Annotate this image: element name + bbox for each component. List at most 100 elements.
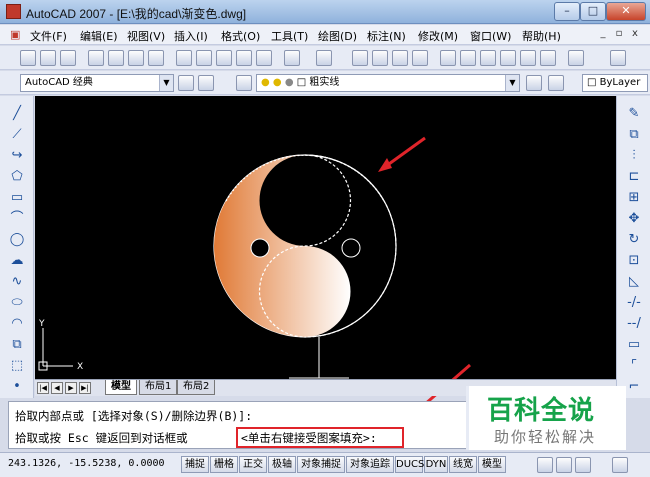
help-icon[interactable] — [568, 50, 584, 66]
menu-modify[interactable]: 修改(M) — [418, 28, 458, 44]
arc-icon[interactable]: ⌒ — [9, 211, 25, 227]
ducs-button[interactable]: DUCS — [395, 456, 424, 473]
match-properties-icon[interactable] — [236, 50, 252, 66]
communication-center-icon[interactable] — [537, 457, 553, 473]
revision-cloud-icon[interactable]: ☁ — [9, 253, 25, 269]
menu-file[interactable]: 文件(F) — [30, 28, 67, 44]
insert-block-icon[interactable]: ⧉ — [9, 337, 25, 353]
ortho-button[interactable]: 正交 — [239, 456, 267, 473]
last-tab-button[interactable]: ▶| — [79, 382, 91, 394]
polygon-icon[interactable]: ⬠ — [9, 169, 25, 185]
maximize-button[interactable]: □ — [580, 2, 606, 21]
mdi-close-button[interactable]: x — [628, 28, 642, 42]
text-style-icon[interactable] — [610, 50, 626, 66]
save-icon[interactable] — [60, 50, 76, 66]
chamfer-icon[interactable]: ⌜ — [626, 358, 642, 374]
offset-icon[interactable]: ⊏ — [626, 169, 642, 185]
polar-button[interactable]: 极轴 — [268, 456, 296, 473]
print-icon[interactable] — [88, 50, 104, 66]
block-editor-icon[interactable] — [256, 50, 272, 66]
line-icon[interactable]: ╱ — [9, 106, 25, 122]
clean-screen-icon[interactable] — [612, 457, 628, 473]
menu-draw[interactable]: 绘图(D) — [318, 28, 357, 44]
menu-help[interactable]: 帮助(H) — [522, 28, 561, 44]
mdi-minimize-button[interactable]: _ — [596, 28, 610, 42]
menu-tools[interactable]: 工具(T) — [271, 28, 308, 44]
spline-icon[interactable]: ∿ — [9, 274, 25, 290]
chevron-down-icon[interactable]: ▼ — [505, 75, 519, 91]
extend-icon[interactable]: --/ — [626, 316, 642, 332]
array-icon[interactable]: ⊞ — [626, 190, 642, 206]
rotate-icon[interactable]: ↻ — [626, 232, 642, 248]
zoom-previous-icon[interactable] — [412, 50, 428, 66]
tab-layout2[interactable]: 布局2 — [177, 380, 216, 395]
my-workspace-icon[interactable] — [198, 75, 214, 91]
cut-icon[interactable] — [176, 50, 192, 66]
mdi-restore-button[interactable]: ▫ — [612, 28, 626, 42]
workspace-combo[interactable]: AutoCAD 经典 ▼ — [20, 74, 174, 92]
osnap-button[interactable]: 对象捕捉 — [297, 456, 345, 473]
drawing-area[interactable]: Y X — [35, 96, 616, 379]
layer-previous-icon[interactable] — [548, 75, 564, 91]
open-icon[interactable] — [40, 50, 56, 66]
next-tab-button[interactable]: ▶ — [65, 382, 77, 394]
dyn-button[interactable]: DYN — [424, 456, 448, 473]
menu-doc-icon[interactable]: ▣ — [10, 28, 20, 41]
copy-object-icon[interactable]: ⧉ — [626, 127, 642, 143]
lock-toolbar-icon[interactable] — [556, 457, 572, 473]
black-eye-circle[interactable] — [250, 238, 270, 258]
markup-icon[interactable] — [520, 50, 536, 66]
workspace-settings-icon[interactable] — [178, 75, 194, 91]
menu-format[interactable]: 格式(O) — [221, 28, 260, 44]
trim-icon[interactable]: -/- — [626, 295, 642, 311]
polyline-icon[interactable]: ↪ — [9, 148, 25, 164]
point-icon[interactable]: • — [9, 379, 25, 395]
make-block-icon[interactable]: ⬚ — [9, 358, 25, 374]
circle-icon[interactable]: ◯ — [9, 232, 25, 248]
prev-tab-button[interactable]: ◀ — [51, 382, 63, 394]
menu-edit[interactable]: 编辑(E) — [80, 28, 118, 44]
minimize-button[interactable]: – — [554, 2, 580, 21]
stretch-icon[interactable]: ◺ — [626, 274, 642, 290]
menu-insert[interactable]: 插入(I) — [174, 28, 208, 44]
gradient-hatch-region[interactable] — [214, 155, 351, 337]
menu-dimension[interactable]: 标注(N) — [367, 28, 406, 44]
design-center-icon[interactable] — [460, 50, 476, 66]
layer-properties-icon[interactable] — [236, 75, 252, 91]
copy-icon[interactable] — [196, 50, 212, 66]
break-icon[interactable]: ▭ — [626, 337, 642, 353]
construction-line-icon[interactable]: ⟋ — [9, 127, 25, 143]
ellipse-arc-icon[interactable]: ◠ — [9, 316, 25, 332]
close-button[interactable]: ✕ — [606, 2, 646, 21]
fillet-icon[interactable]: ⌐ — [626, 379, 642, 395]
undo-icon[interactable] — [284, 50, 300, 66]
zoom-realtime-icon[interactable] — [372, 50, 388, 66]
move-icon[interactable]: ✥ — [626, 211, 642, 227]
status-tray-settings-icon[interactable] — [575, 457, 591, 473]
erase-icon[interactable]: ✎ — [626, 106, 642, 122]
make-current-layer-icon[interactable] — [526, 75, 542, 91]
zoom-window-icon[interactable] — [392, 50, 408, 66]
layer-combo[interactable]: ● ● ● □ 粗实线 ▼ — [256, 74, 520, 92]
preview-icon[interactable] — [108, 50, 124, 66]
mirror-icon[interactable]: ⫶ — [626, 148, 642, 164]
menu-view[interactable]: 视图(V) — [127, 28, 165, 44]
new-icon[interactable] — [20, 50, 36, 66]
tab-model[interactable]: 模型 — [105, 380, 137, 395]
snap-button[interactable]: 捕捉 — [181, 456, 209, 473]
autocad-app-icon[interactable] — [6, 4, 21, 19]
paste-icon[interactable] — [216, 50, 232, 66]
redo-icon[interactable] — [316, 50, 332, 66]
sheet-set-icon[interactable] — [500, 50, 516, 66]
ellipse-icon[interactable]: ⬭ — [9, 295, 25, 311]
3d-publish-icon[interactable] — [148, 50, 164, 66]
lineweight-button[interactable]: 线宽 — [449, 456, 477, 473]
tool-palettes-icon[interactable] — [480, 50, 496, 66]
menu-window[interactable]: 窗口(W) — [470, 28, 511, 44]
coordinates-readout[interactable]: 243.1326, -15.5238, 0.0000 — [8, 458, 165, 469]
model-button[interactable]: 模型 — [478, 456, 506, 473]
scale-icon[interactable]: ⊡ — [626, 253, 642, 269]
color-control[interactable]: □ ByLayer — [582, 74, 648, 92]
grid-button[interactable]: 栅格 — [210, 456, 238, 473]
pan-icon[interactable] — [352, 50, 368, 66]
